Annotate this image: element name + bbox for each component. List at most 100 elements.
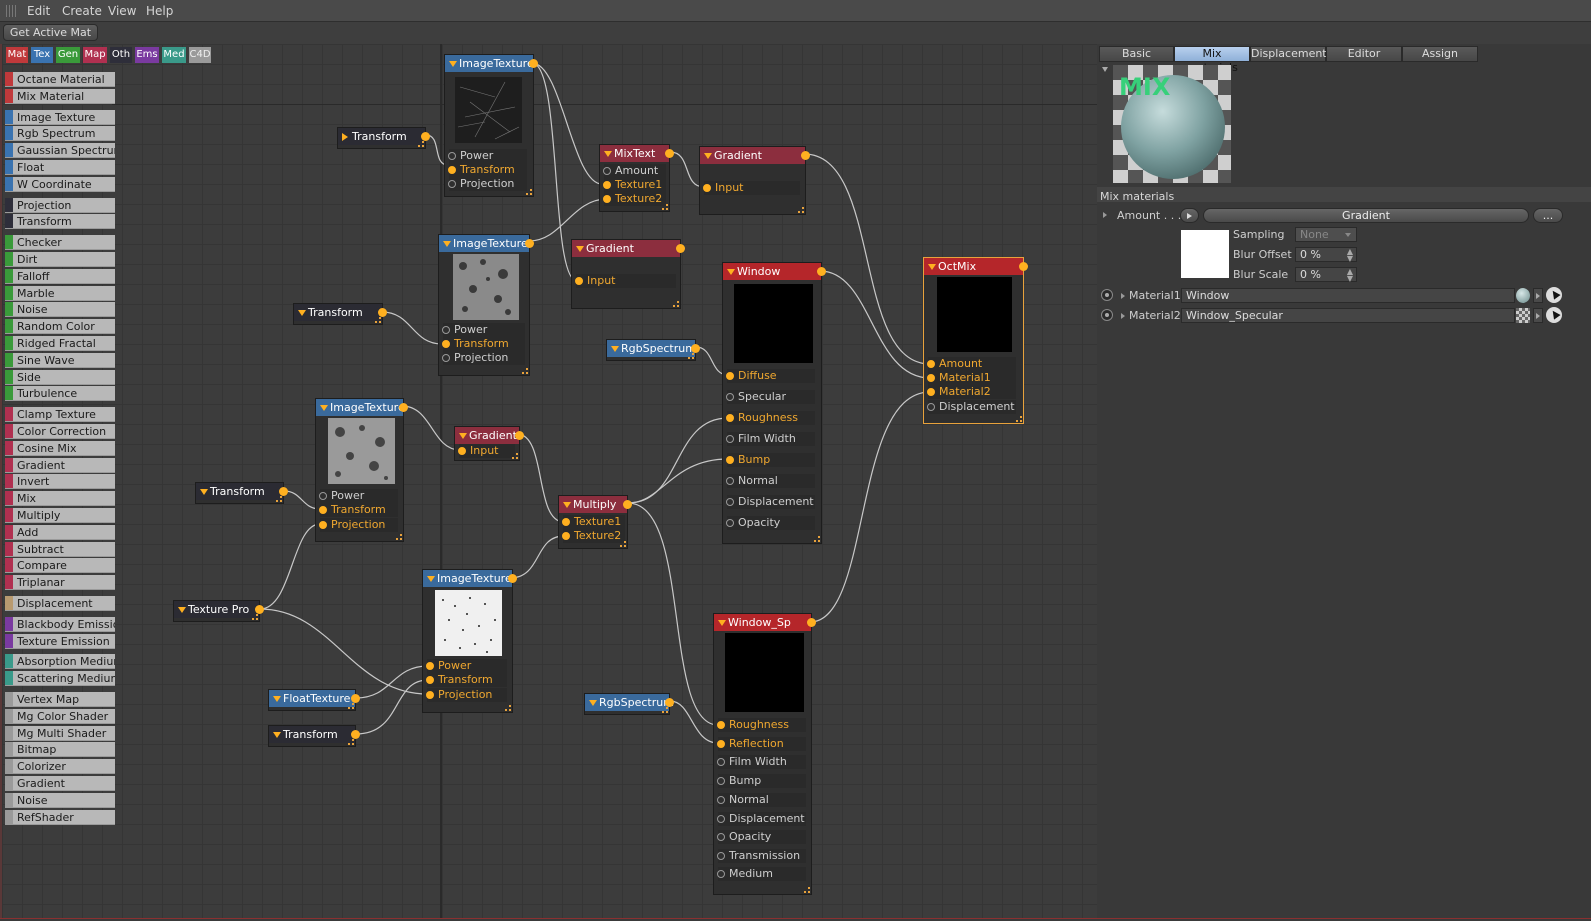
input-film-width[interactable]: Film Width [717, 755, 806, 769]
input-port[interactable] [726, 393, 734, 401]
node-header[interactable]: Window [723, 263, 821, 280]
input-texture1[interactable]: Texture1 [562, 515, 625, 529]
resize-handle[interactable] [526, 189, 532, 195]
node-header[interactable]: Transform [196, 483, 283, 500]
tab-displacement[interactable]: Displacement [1250, 46, 1327, 62]
resize-handle[interactable] [276, 496, 282, 502]
stepper-icon[interactable]: ▲ ▼ [1347, 268, 1353, 283]
input-port[interactable] [575, 277, 583, 285]
amount-value-button[interactable]: Gradient [1203, 208, 1529, 223]
output-port[interactable] [676, 244, 685, 253]
get-active-mat-button[interactable]: Get Active Mat [3, 24, 98, 41]
node-header[interactable]: MixText [600, 145, 669, 162]
input-port[interactable] [448, 180, 456, 188]
input-port[interactable] [717, 777, 725, 785]
input-port[interactable] [448, 166, 456, 174]
pick-object-icon[interactable] [1546, 287, 1562, 303]
blur-offset-field[interactable]: 0 % ▲ ▼ [1295, 247, 1357, 263]
input-texture2[interactable]: Texture2 [603, 192, 666, 206]
input-roughness[interactable]: Roughness [726, 411, 815, 425]
node-header[interactable]: ImageTexture [316, 399, 405, 416]
output-port[interactable] [665, 149, 674, 158]
output-port[interactable] [399, 403, 408, 412]
output-port[interactable] [801, 151, 810, 160]
input-input[interactable]: Input [575, 274, 676, 288]
input-normal[interactable]: Normal [717, 793, 806, 807]
resize-handle[interactable] [620, 541, 626, 547]
resize-handle[interactable] [348, 739, 354, 745]
node-imagetexture-4[interactable]: ImageTexture Power Transform Projection [422, 569, 517, 713]
output-port[interactable] [525, 239, 534, 248]
resize-handle[interactable] [522, 368, 528, 374]
node-transform-3[interactable]: Transform [195, 482, 288, 504]
node-gradient-2[interactable]: Gradient Input [571, 239, 685, 309]
input-opacity[interactable]: Opacity [717, 830, 806, 844]
resize-handle[interactable] [418, 141, 424, 147]
input-port[interactable] [426, 691, 434, 699]
input-input[interactable]: Input [703, 181, 800, 195]
output-port[interactable] [508, 574, 517, 583]
input-specular[interactable]: Specular [726, 390, 815, 404]
input-input[interactable]: Input [458, 444, 515, 458]
menu-help[interactable]: Help [146, 4, 173, 18]
input-port[interactable] [726, 372, 734, 380]
node-header[interactable]: Gradient [572, 240, 680, 257]
node-header[interactable]: ImageTexture [439, 235, 529, 252]
tab-basic[interactable]: Basic [1099, 46, 1174, 62]
input-port[interactable] [319, 506, 327, 514]
input-power[interactable]: Power [448, 149, 527, 163]
node-texture-pro[interactable]: Texture Pro [173, 600, 264, 622]
menu-view[interactable]: View [108, 4, 136, 18]
input-medium[interactable]: Medium [717, 867, 806, 881]
node-header[interactable]: Gradient [700, 147, 805, 164]
input-bump[interactable]: Bump [726, 453, 815, 467]
output-port[interactable] [351, 694, 360, 703]
input-projection[interactable]: Projection [442, 351, 525, 365]
input-port[interactable] [717, 721, 725, 729]
output-port[interactable] [691, 344, 700, 353]
resize-handle[interactable] [798, 207, 804, 213]
output-port[interactable] [421, 132, 430, 141]
input-port[interactable] [927, 374, 935, 382]
input-texture2[interactable]: Texture2 [562, 529, 625, 543]
output-port[interactable] [807, 618, 816, 627]
node-multiply[interactable]: Multiply Texture1 Texture2 [558, 495, 632, 549]
input-port[interactable] [717, 870, 725, 878]
input-displacement[interactable]: Displacement [927, 400, 1016, 414]
output-port[interactable] [255, 605, 264, 614]
output-port[interactable] [665, 698, 674, 707]
input-roughness[interactable]: Roughness [717, 718, 806, 732]
input-port[interactable] [726, 477, 734, 485]
output-port[interactable] [378, 308, 387, 317]
resize-handle[interactable] [505, 705, 511, 711]
expand-icon[interactable] [1121, 293, 1125, 299]
output-port[interactable] [279, 487, 288, 496]
input-bump[interactable]: Bump [717, 774, 806, 788]
node-header[interactable]: RgbSpectrum [607, 340, 696, 357]
input-port[interactable] [726, 435, 734, 443]
resize-handle[interactable] [804, 887, 810, 893]
input-projection[interactable]: Projection [426, 688, 507, 702]
collapse-icon[interactable] [1102, 67, 1108, 72]
input-port[interactable] [927, 360, 935, 368]
stepper-icon[interactable]: ▲ ▼ [1347, 248, 1353, 263]
node-imagetexture-2[interactable]: ImageTexture Power Transform Projection [438, 234, 534, 376]
sampling-select[interactable]: None [1295, 227, 1357, 242]
node-header[interactable]: Texture Pro [174, 601, 259, 618]
node-octmix[interactable]: OctMix Amount Material1 Material2 Displa… [923, 257, 1028, 424]
node-header[interactable]: FloatTexture [269, 690, 355, 707]
input-port[interactable] [458, 447, 466, 455]
node-header[interactable]: ImageTexture [423, 570, 512, 587]
input-film-width[interactable]: Film Width [726, 432, 815, 446]
node-window[interactable]: Window Diffuse Specular Roughness Film W… [722, 262, 826, 544]
input-power[interactable]: Power [426, 659, 507, 673]
input-material1[interactable]: Material1 [927, 371, 1016, 385]
node-gradient-1[interactable]: Gradient Input [699, 146, 810, 215]
node-header[interactable]: Transform [294, 304, 382, 321]
input-opacity[interactable]: Opacity [726, 516, 815, 530]
input-port[interactable] [726, 519, 734, 527]
amount-more-button[interactable]: ... [1533, 208, 1563, 223]
node-floattexture[interactable]: FloatTexture [268, 689, 360, 711]
input-port[interactable] [426, 676, 434, 684]
resize-handle[interactable] [814, 536, 820, 542]
